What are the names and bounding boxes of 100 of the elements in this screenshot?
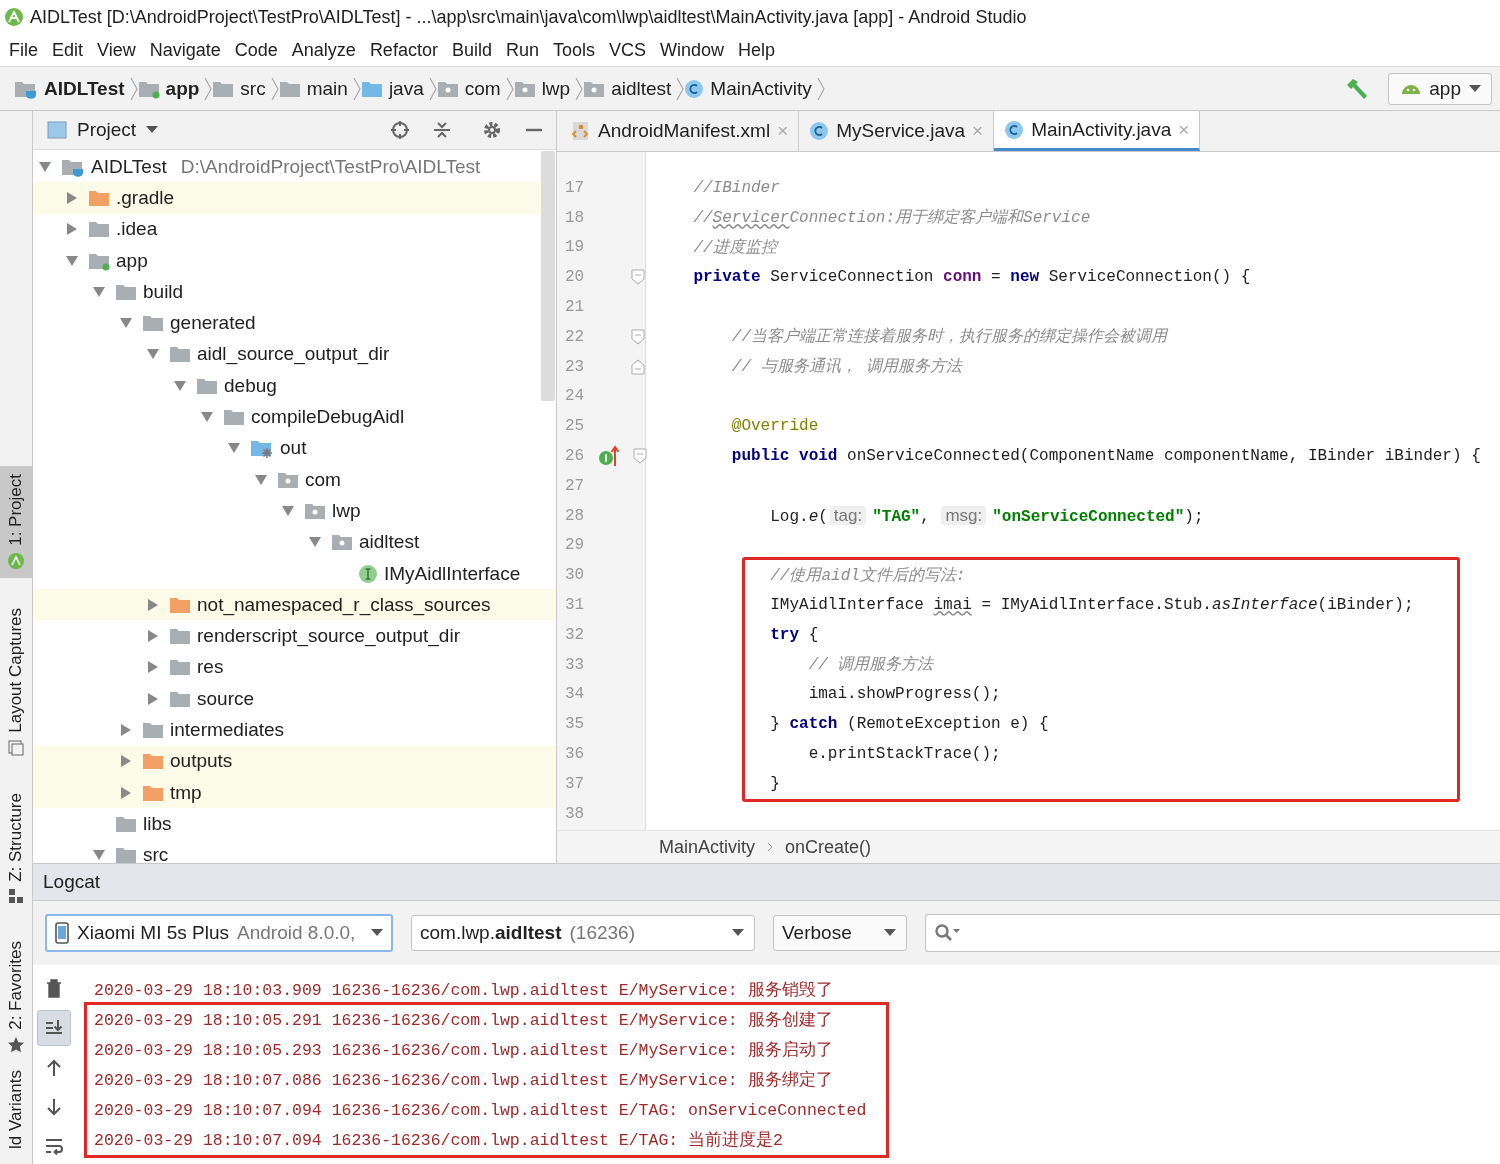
line-number: 23 <box>564 356 586 378</box>
line-number: 38 <box>564 803 586 825</box>
search-field[interactable] <box>925 914 1500 952</box>
breadcrumb-item[interactable]: com <box>436 77 501 100</box>
collapsed-arrow-icon[interactable] <box>147 660 159 675</box>
expanded-arrow-icon[interactable] <box>200 411 214 423</box>
tree-item[interactable]: aidl_source_output_dir <box>33 338 556 371</box>
log-line: 2020-03-29 18:10:05.293 16236-16236/com.lwp.aidltest E/MyService: 服务启动了 <box>84 1035 889 1065</box>
menu-item[interactable]: Tools <box>545 39 602 61</box>
breadcrumb-item[interactable]: aidltest <box>583 77 672 100</box>
locate-icon[interactable] <box>390 120 410 140</box>
tree-item[interactable]: .gradle <box>33 182 556 214</box>
tool-window-tab[interactable]: 1: Project <box>0 466 32 578</box>
breadcrumb-item[interactable]: onCreate() <box>785 836 872 858</box>
line-number: 33 <box>564 654 586 676</box>
tree-item[interactable]: .idea <box>33 213 556 245</box>
collapsed-arrow-icon[interactable] <box>120 754 132 769</box>
fold-marker-icon[interactable] <box>633 448 647 465</box>
menu-item[interactable]: Refactor <box>362 39 445 61</box>
breadcrumb-item[interactable]: lwp <box>513 77 571 100</box>
tree-item[interactable]: out <box>33 432 556 464</box>
expanded-arrow-icon[interactable] <box>92 285 106 298</box>
breadcrumb-item[interactable]: MainActivity <box>684 77 812 100</box>
editor-tab[interactable]: AndroidManifest.xml × <box>561 111 800 151</box>
menu-item[interactable]: VCS <box>602 39 653 61</box>
breadcrumb-item[interactable]: src <box>212 77 266 100</box>
tool-window-tab[interactable]: Z: Structure <box>0 784 32 914</box>
tool-window-tab[interactable]: ld Variants <box>0 1062 32 1158</box>
breadcrumb-item[interactable]: app <box>137 77 200 100</box>
collapsed-arrow-icon[interactable] <box>120 723 132 737</box>
tree-item[interactable]: tmp <box>33 776 556 809</box>
expanded-arrow-icon[interactable] <box>173 379 187 392</box>
tree-item[interactable]: intermediates <box>33 714 556 746</box>
expanded-arrow-icon[interactable] <box>38 160 52 173</box>
tree-item[interactable]: AIDLTest D:\AndroidProject\TestPro\AIDLTest <box>33 151 556 183</box>
tree-item[interactable]: compileDebugAidl <box>33 401 556 433</box>
tool-window-tab[interactable]: 2: Favorites <box>0 933 32 1063</box>
fold-marker-icon[interactable] <box>631 358 645 375</box>
collapsed-arrow-icon[interactable] <box>147 629 159 644</box>
collapsed-arrow-icon[interactable] <box>66 190 78 205</box>
code-line: IMyAidlInterface imai = IMyAidlInterface.Stub.asInterface(iBinder); <box>769 596 1414 615</box>
menu-item[interactable]: View <box>90 39 143 61</box>
tree-item[interactable]: libs <box>33 808 556 840</box>
menu-item[interactable]: File <box>2 39 45 61</box>
tree-item[interactable]: lwp <box>33 495 556 527</box>
collapsed-arrow-icon[interactable] <box>147 597 159 612</box>
log-level-dropdown[interactable]: Verbose <box>773 915 907 951</box>
breadcrumb-item[interactable]: AIDLTest <box>14 77 125 100</box>
collapsed-arrow-icon[interactable] <box>66 222 78 237</box>
tree-item[interactable]: build <box>33 276 556 308</box>
collapse-all-icon[interactable] <box>432 120 452 140</box>
breadcrumb-item[interactable]: MainActivity <box>659 836 756 858</box>
editor-tab[interactable]: MainActivity.java × <box>994 111 1201 151</box>
device-dropdown[interactable]: Xiaomi MI 5s Plus Android 8.0.0, <box>45 914 393 952</box>
scrollbar-thumb[interactable] <box>541 151 555 401</box>
tree-item[interactable]: IMyAidlInterface <box>33 557 556 590</box>
menu-item[interactable]: Navigate <box>142 39 228 61</box>
expanded-arrow-icon[interactable] <box>146 348 160 361</box>
tree-item[interactable]: res <box>33 651 556 684</box>
view-selector-dropdown[interactable]: Project <box>77 119 159 141</box>
tree-item[interactable]: outputs <box>33 745 556 777</box>
menu-item[interactable]: Run <box>498 39 546 61</box>
breadcrumb-item[interactable]: java <box>360 77 424 100</box>
soft-wrap-icon[interactable] <box>44 1136 64 1156</box>
settings-icon[interactable] <box>482 120 502 140</box>
run-configuration-dropdown[interactable]: app <box>1388 72 1492 105</box>
folder-icon <box>142 751 164 772</box>
collapsed-arrow-icon[interactable] <box>147 691 159 706</box>
menu-item[interactable]: Build <box>444 39 499 61</box>
down-arrow-icon[interactable] <box>44 1097 64 1117</box>
tree-item[interactable]: generated <box>33 307 556 339</box>
expanded-arrow-icon[interactable] <box>227 442 241 455</box>
delete-icon[interactable] <box>44 978 64 998</box>
expanded-arrow-icon[interactable] <box>308 536 322 549</box>
menu-item[interactable]: Edit <box>45 39 91 61</box>
expanded-arrow-icon[interactable] <box>92 849 106 862</box>
menu-item[interactable]: Help <box>731 39 783 61</box>
menu-item[interactable]: Window <box>653 39 732 61</box>
breadcrumb-item[interactable]: main <box>278 77 348 100</box>
menu-item[interactable]: Code <box>227 39 285 61</box>
collapsed-arrow-icon[interactable] <box>120 785 132 800</box>
tree-item[interactable]: renderscript_source_output_dir <box>33 620 556 652</box>
dropdown-caret-icon <box>1469 84 1481 93</box>
expanded-arrow-icon[interactable] <box>281 504 295 517</box>
tree-item[interactable]: source <box>33 683 556 715</box>
menu-item[interactable]: Analyze <box>284 39 363 61</box>
tree-item[interactable]: com <box>33 463 556 496</box>
tree-item[interactable]: aidltest <box>33 526 556 558</box>
fold-marker-icon[interactable] <box>631 328 645 345</box>
expanded-arrow-icon[interactable] <box>119 317 133 330</box>
tool-window-tab[interactable]: Layout Captures <box>0 599 32 765</box>
expanded-arrow-icon[interactable] <box>254 473 268 486</box>
code-line: } <box>769 774 780 793</box>
expanded-arrow-icon[interactable] <box>65 254 79 267</box>
fold-marker-icon[interactable] <box>631 269 645 286</box>
tree-item[interactable]: app <box>33 244 556 277</box>
tree-item[interactable]: debug <box>33 370 556 402</box>
tree-item[interactable]: not_namespaced_r_class_sources <box>33 589 556 621</box>
tree-item[interactable]: src <box>33 839 556 863</box>
process-dropdown[interactable]: com.lwp.aidltest (16236) <box>411 915 755 951</box>
